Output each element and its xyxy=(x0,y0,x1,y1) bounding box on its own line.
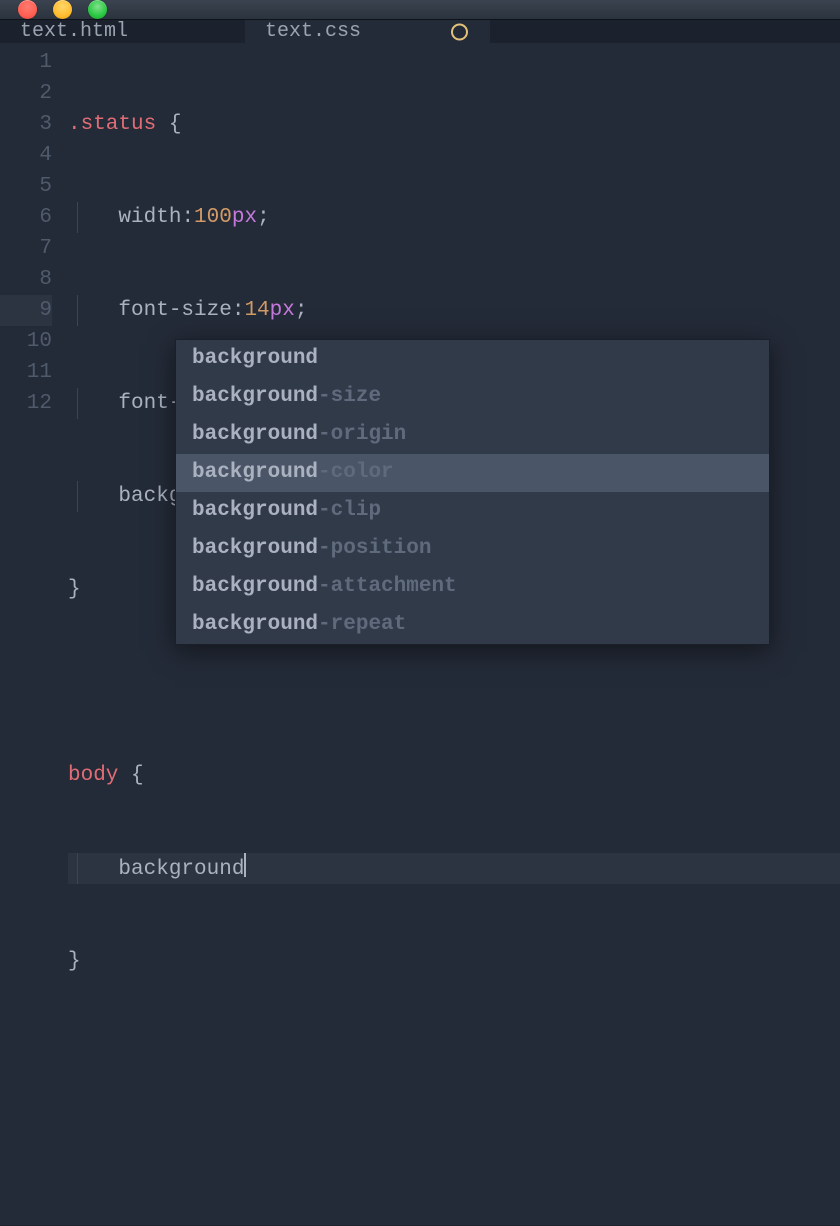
line-gutter: 1 2 3 4 5 6 7 8 9 10 11 12 xyxy=(0,47,68,1225)
line-number: 6 xyxy=(0,202,52,233)
match-text: background xyxy=(192,499,318,522)
line-number: 4 xyxy=(0,140,52,171)
autocomplete-popup: background background-size background-or… xyxy=(175,339,770,645)
match-text: background xyxy=(192,347,318,370)
autocomplete-item[interactable]: background xyxy=(176,340,769,378)
autocomplete-item[interactable]: background-origin xyxy=(176,416,769,454)
line-number: 10 xyxy=(0,326,52,357)
code-line: font-size:14px; xyxy=(68,295,840,326)
indent-guide xyxy=(77,388,78,419)
zoom-window-button[interactable] xyxy=(88,0,107,19)
editor-window: text.html text.css 1 2 3 4 5 6 7 8 9 10 … xyxy=(0,0,840,722)
rest-text: -position xyxy=(318,537,431,560)
titlebar xyxy=(0,0,840,20)
line-number: 1 xyxy=(0,47,52,78)
semicolon: ; xyxy=(257,206,270,229)
code-editor[interactable]: 1 2 3 4 5 6 7 8 9 10 11 12 .status { wid… xyxy=(0,43,840,1225)
brace: } xyxy=(68,950,81,973)
autocomplete-item[interactable]: background-repeat xyxy=(176,606,769,644)
unit: px xyxy=(270,299,295,322)
line-number: 3 xyxy=(0,109,52,140)
selector: .status xyxy=(68,113,156,136)
autocomplete-item[interactable]: background-position xyxy=(176,530,769,568)
line-number: 5 xyxy=(0,171,52,202)
tab-label: text.css xyxy=(265,20,361,43)
line-number: 12 xyxy=(0,388,52,419)
match-text: background xyxy=(192,613,318,636)
modified-indicator-icon xyxy=(451,23,468,40)
code-line xyxy=(68,1039,840,1070)
number: 14 xyxy=(244,299,269,322)
code-line: } xyxy=(68,946,840,977)
colon: : xyxy=(232,299,245,322)
rest-text: -origin xyxy=(318,423,406,446)
tab-text-css[interactable]: text.css xyxy=(245,20,490,43)
number: 100 xyxy=(194,206,232,229)
code-line xyxy=(68,1132,840,1163)
property: font-size xyxy=(118,299,231,322)
autocomplete-item[interactable]: background-clip xyxy=(176,492,769,530)
tab-text-html[interactable]: text.html xyxy=(0,20,245,43)
tab-label: text.html xyxy=(20,20,128,43)
semicolon: ; xyxy=(295,299,308,322)
match-text: background xyxy=(192,575,318,598)
match-text: background xyxy=(192,461,318,484)
caret-icon xyxy=(244,853,246,877)
rest-text: -size xyxy=(318,385,381,408)
selector: body xyxy=(68,764,118,787)
code-line: .status { xyxy=(68,109,840,140)
brace: { xyxy=(118,764,143,787)
code-line xyxy=(68,667,840,698)
autocomplete-item[interactable]: background-attachment xyxy=(176,568,769,606)
rest-text: -attachment xyxy=(318,575,457,598)
unit: px xyxy=(232,206,257,229)
code-line-current: background xyxy=(68,853,840,884)
match-text: background xyxy=(192,537,318,560)
tab-bar: text.html text.css xyxy=(0,20,840,43)
rest-text: -repeat xyxy=(318,613,406,636)
rest-text: -color xyxy=(318,461,394,484)
line-number: 9 xyxy=(0,295,52,326)
autocomplete-item-selected[interactable]: background-color xyxy=(176,454,769,492)
rest-text: -clip xyxy=(318,499,381,522)
property: width xyxy=(118,206,181,229)
indent-guide xyxy=(77,481,78,512)
close-window-button[interactable] xyxy=(18,0,37,19)
autocomplete-item[interactable]: background-size xyxy=(176,378,769,416)
code-line: width:100px; xyxy=(68,202,840,233)
brace: } xyxy=(68,578,81,601)
indent-guide xyxy=(77,853,78,884)
line-number: 8 xyxy=(0,264,52,295)
colon: : xyxy=(181,206,194,229)
code-line: body { xyxy=(68,760,840,791)
line-number: 11 xyxy=(0,357,52,388)
line-number: 2 xyxy=(0,78,52,109)
indent-guide xyxy=(77,295,78,326)
line-number: 7 xyxy=(0,233,52,264)
brace: { xyxy=(156,113,181,136)
property: background xyxy=(118,858,244,881)
match-text: background xyxy=(192,385,318,408)
indent-guide xyxy=(77,202,78,233)
match-text: background xyxy=(192,423,318,446)
minimize-window-button[interactable] xyxy=(53,0,72,19)
